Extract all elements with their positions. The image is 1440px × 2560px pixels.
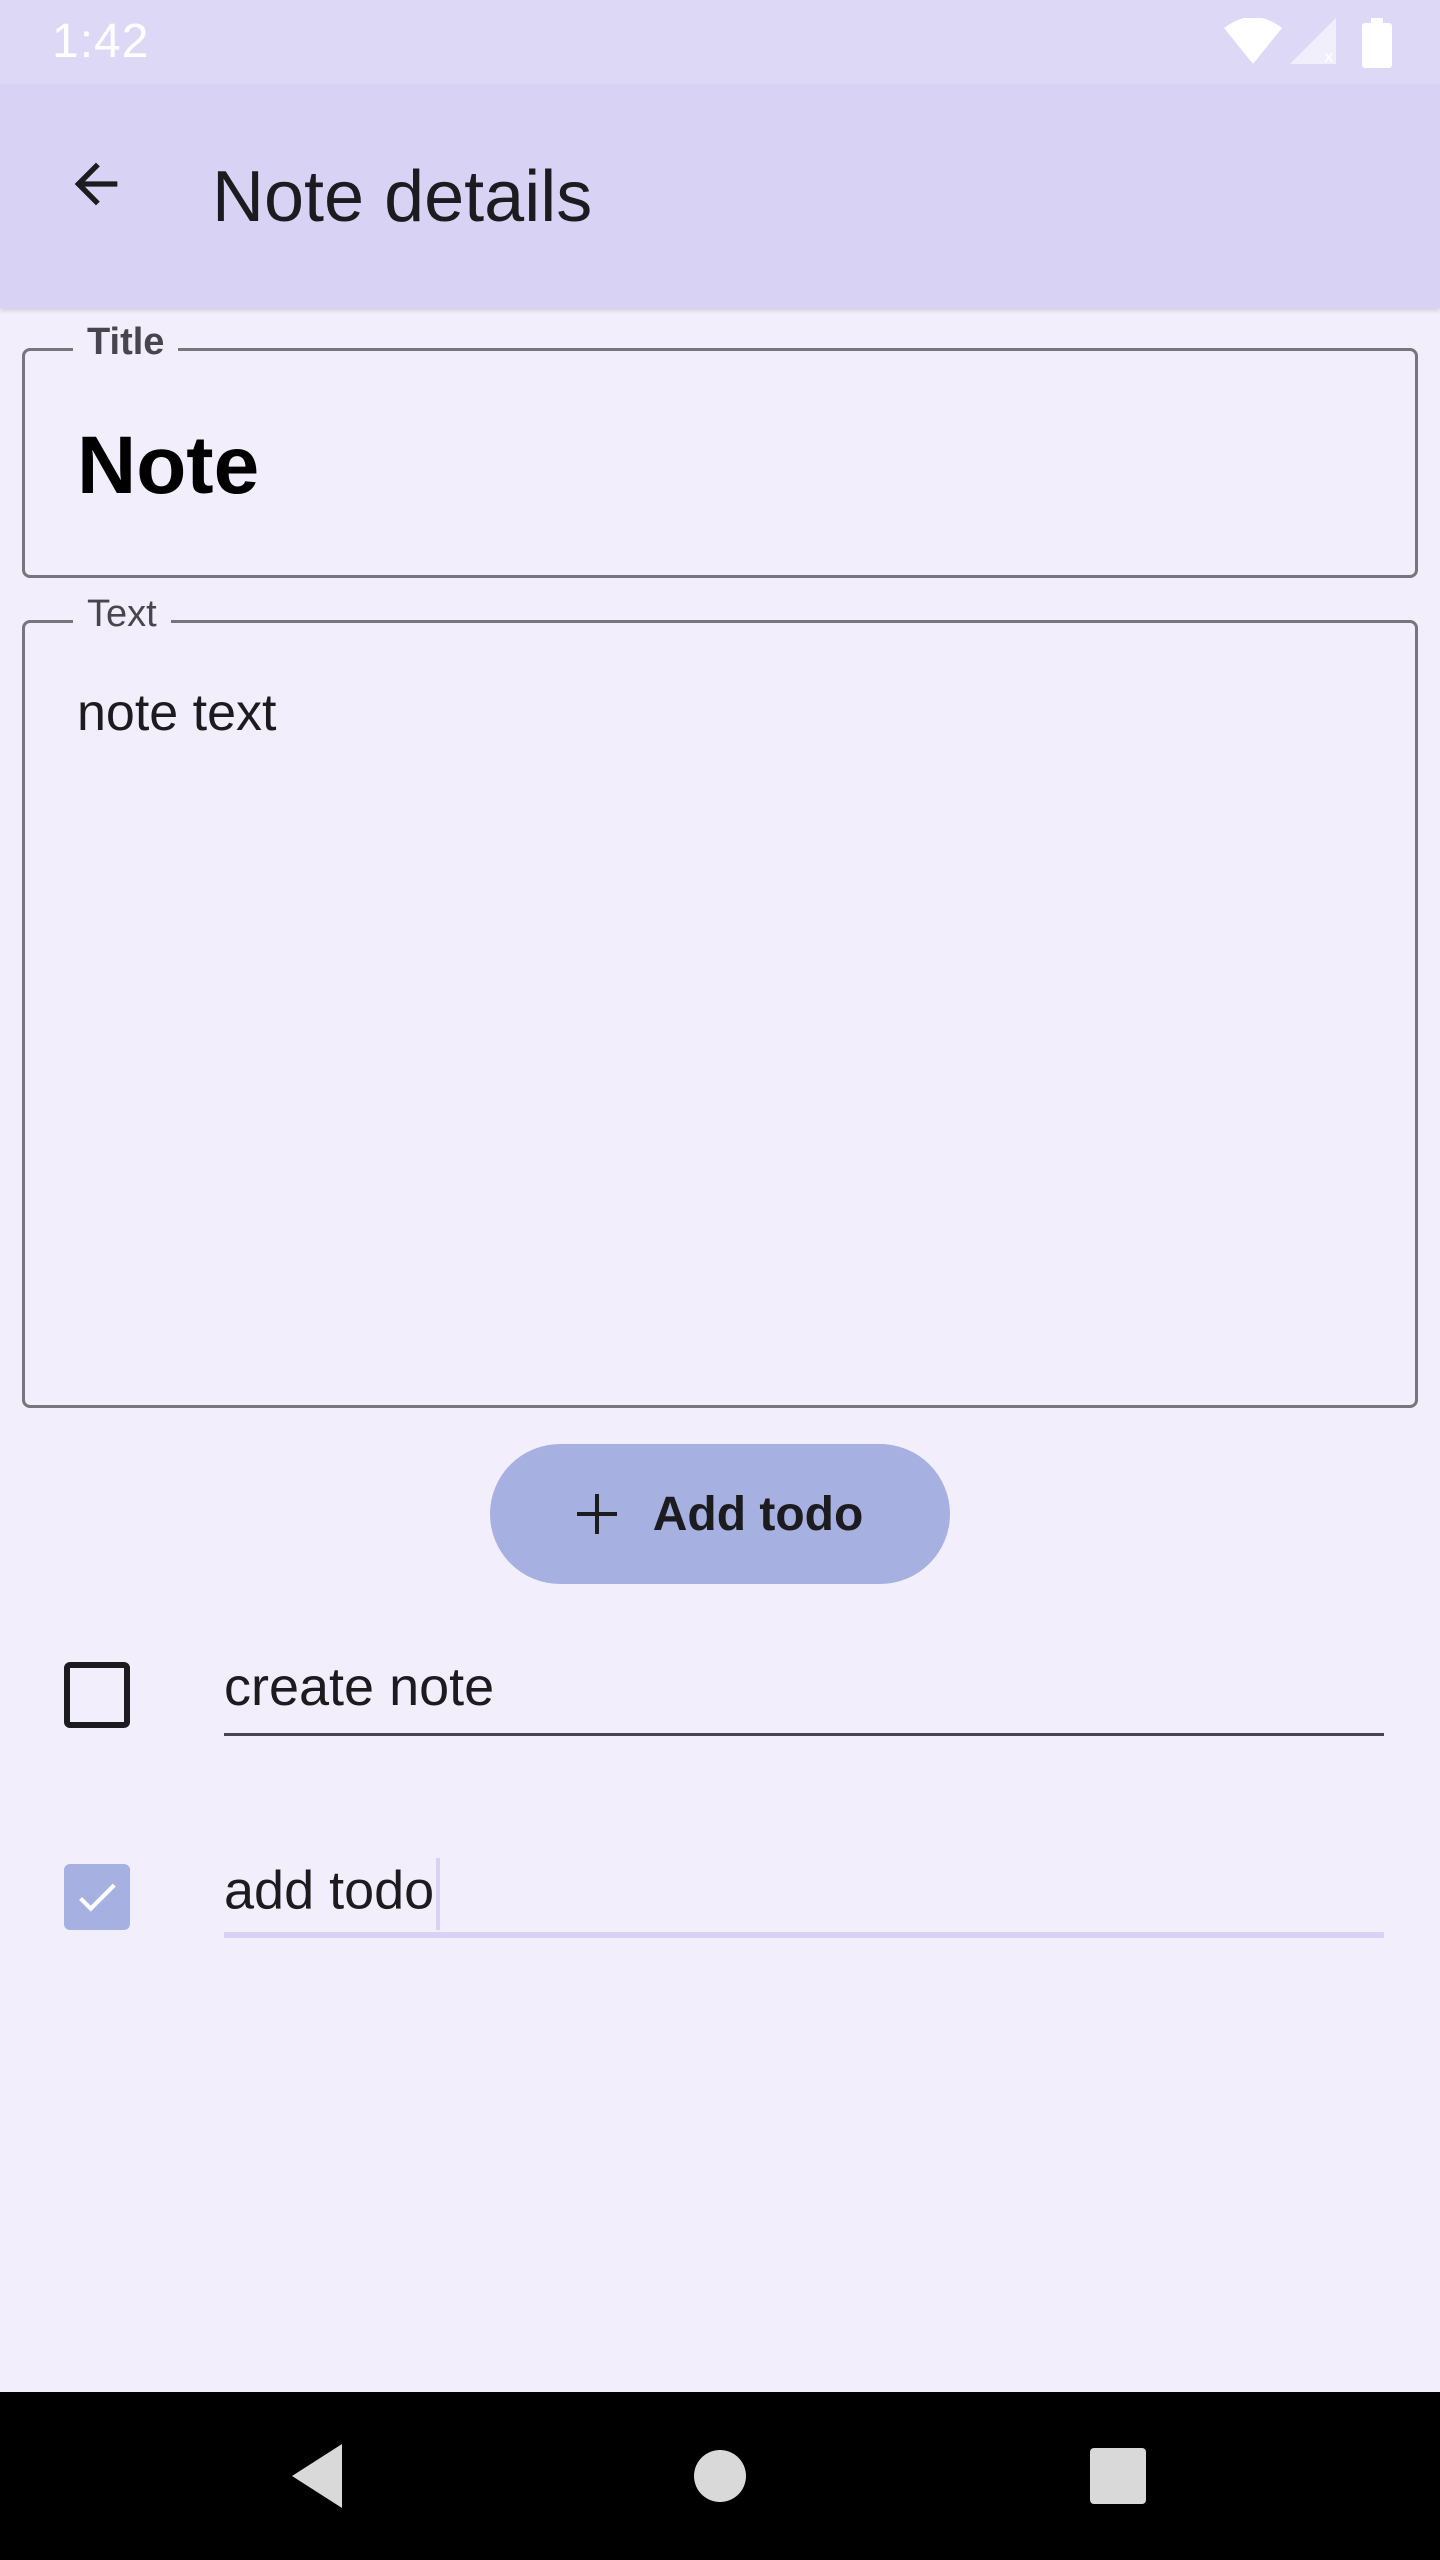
nav-back-icon[interactable] [280,2436,360,2516]
title-field-label: Title [73,321,179,364]
todo-text-input[interactable]: add todo [224,1846,1384,1938]
wifi-icon [1224,18,1282,64]
todo-checkbox[interactable] [64,1662,130,1728]
todo-item: create note [0,1626,1440,1766]
todo-checkbox[interactable] [64,1864,130,1930]
todo-item: add todo [0,1826,1440,1966]
text-cursor [436,1858,441,1930]
add-todo-button[interactable]: Add todo [490,1444,950,1584]
check-icon [79,1883,116,1912]
text-field-label: Text [73,593,171,636]
navigation-bar [0,2392,1440,2560]
cellular-signal-icon: x [1290,18,1336,64]
text-field[interactable]: Text note text [22,593,1418,1408]
nav-home-icon[interactable] [680,2436,760,2516]
back-button[interactable] [40,128,152,240]
status-bar: 1:42 x [0,0,1440,84]
plus-icon [576,1494,617,1534]
arrow-back-icon [74,162,118,206]
todo-text-wrap: add todo [224,1858,441,1930]
svg-text:x: x [1324,47,1333,64]
status-time: 1:42 [52,15,150,68]
title-field-value[interactable]: Note [77,419,259,513]
battery-icon [1362,18,1392,68]
todo-text: add todo [224,1860,435,1921]
todo-text-input[interactable]: create note [224,1644,1384,1736]
nav-recents-icon[interactable] [1078,2436,1158,2516]
app-bar: Note details [0,84,1440,308]
page-title: Note details [212,157,593,237]
text-field-value[interactable]: note text [77,683,276,743]
add-todo-label: Add todo [652,1487,864,1541]
todo-text: create note [224,1657,495,1717]
title-field[interactable]: Title Note [22,321,1418,578]
